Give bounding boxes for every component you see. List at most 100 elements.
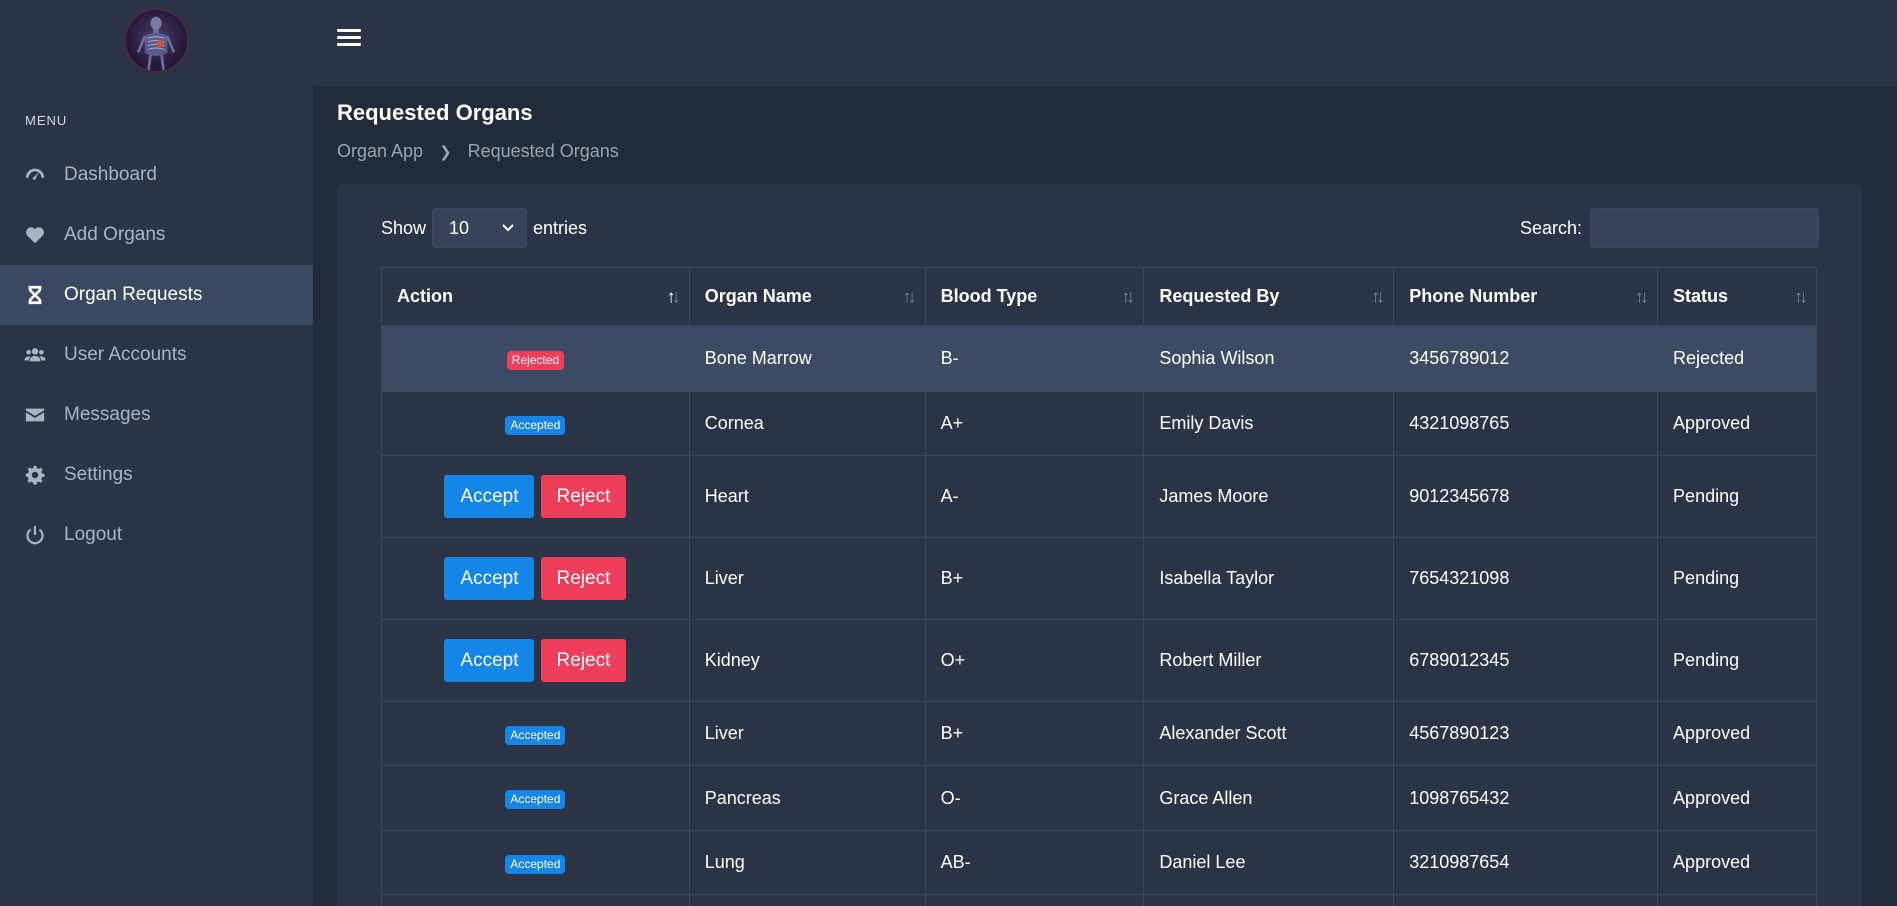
breadcrumb-current: Requested Organs <box>467 141 619 161</box>
reject-button[interactable]: Reject <box>540 557 627 600</box>
table-row: Accepted Cornea A+ Emily Davis 432109876… <box>381 391 1817 456</box>
sidebar-item-add-organs[interactable]: Add Organs <box>0 205 313 265</box>
action-cell: Accept Reject <box>381 455 690 538</box>
envelope-icon <box>24 404 46 426</box>
sort-icon: ↑↓ <box>1121 286 1135 306</box>
blood-type-cell: B+ <box>924 701 1145 766</box>
blood-type-cell: O+ <box>924 619 1145 702</box>
status-cell: Approved <box>1657 391 1817 456</box>
organ-name-cell: Liver <box>688 701 926 766</box>
column-header-phone-number[interactable]: Phone Number ↑↓ <box>1393 267 1659 326</box>
sort-icon: ↑↓ <box>902 286 917 306</box>
accepted-badge: Accepted <box>505 415 566 435</box>
status-cell: Approved <box>1657 765 1817 831</box>
sidebar-item-logout[interactable]: Logout <box>0 505 313 565</box>
sidebar-item-label: Organ Requests <box>64 284 203 305</box>
accept-button[interactable]: Accept <box>444 475 535 518</box>
sidebar-item-dashboard[interactable]: Dashboard <box>0 145 313 205</box>
breadcrumb-link-organ-app[interactable]: Organ App <box>337 141 423 162</box>
accept-button[interactable]: Accept <box>444 639 535 682</box>
gear-icon <box>24 464 46 486</box>
action-cell: Accept Reject <box>381 619 690 702</box>
breadcrumb: Organ App ❯ Requested Organs <box>337 141 619 162</box>
accepted-badge: Accepted <box>505 854 566 874</box>
table-row <box>381 894 1817 906</box>
column-header-status[interactable]: Status ↑↓ <box>1657 267 1817 326</box>
requested-by-cell: Emily Davis <box>1143 391 1395 456</box>
entries-select[interactable]: 10 <box>432 208 528 248</box>
sidebar-item-label: Messages <box>64 404 151 425</box>
table-row: Accept Reject Liver B+ Isabella Taylor 7… <box>381 537 1817 620</box>
status-cell: Approved <box>1657 701 1817 766</box>
column-header-action[interactable]: Action ↑↓ <box>381 267 690 326</box>
organ-name-cell: Lung <box>688 830 926 895</box>
action-cell <box>381 894 690 906</box>
sidebar: MENU Dashboard Add Organs Organ Requests… <box>0 0 313 906</box>
search-input[interactable] <box>1590 208 1819 248</box>
organ-name-cell: Bone Marrow <box>688 325 926 392</box>
sort-icon: ↑↓ <box>1635 286 1649 306</box>
column-header-organ-name[interactable]: Organ Name ↑↓ <box>688 267 926 326</box>
blood-type-cell: A- <box>924 455 1145 538</box>
users-icon <box>24 344 46 366</box>
sidebar-item-user-accounts[interactable]: User Accounts <box>0 325 313 385</box>
table-row: Accepted Liver B+ Alexander Scott 456789… <box>381 701 1817 766</box>
phone-number-cell: 4567890123 <box>1393 701 1659 766</box>
menu-label: MENU <box>25 113 68 128</box>
sidebar-item-organ-requests[interactable]: Organ Requests <box>0 265 313 325</box>
phone-number-cell: 1098765432 <box>1393 765 1659 831</box>
requested-by-cell: Sophia Wilson <box>1143 325 1395 392</box>
organ-name-cell: Liver <box>688 537 926 620</box>
sidebar-item-label: User Accounts <box>64 344 187 365</box>
blood-type-cell: B- <box>924 325 1145 392</box>
chevron-down-icon <box>502 221 514 235</box>
show-label: Show <box>381 217 427 238</box>
table-row: Accept Reject Kidney O+ Robert Miller 67… <box>381 619 1817 702</box>
search-label: Search: <box>1519 217 1582 238</box>
phone-number-cell: 4321098765 <box>1393 391 1659 456</box>
requested-by-cell: Alexander Scott <box>1143 701 1395 766</box>
requests-card: Show 10 entries Search: Action ↑↓ Organ N… <box>337 184 1862 906</box>
column-header-requested-by[interactable]: Requested By ↑↓ <box>1143 267 1395 326</box>
search-control: Search: <box>1520 208 1819 248</box>
show-entries-control: Show 10 entries <box>381 208 587 248</box>
table-row: Rejected Bone Marrow B- Sophia Wilson 34… <box>381 325 1817 392</box>
tachometer-icon <box>24 164 46 186</box>
hourglass-icon <box>24 284 46 306</box>
status-cell: Pending <box>1657 619 1817 702</box>
organ-name-cell: Pancreas <box>688 765 926 831</box>
anatomy-logo-icon <box>136 16 176 71</box>
phone-number-cell: 3456789012 <box>1393 325 1659 392</box>
reject-button[interactable]: Reject <box>540 475 627 518</box>
table-header-row: Action ↑↓ Organ Name ↑↓ Blood Type ↑↓ Reque… <box>381 267 1817 326</box>
accepted-badge: Accepted <box>505 725 566 745</box>
blood-type-cell: O- <box>924 765 1145 831</box>
heart-icon <box>24 224 46 246</box>
table-row: Accepted Lung AB- Daniel Lee 3210987654 … <box>381 830 1817 895</box>
hamburger-menu-icon[interactable] <box>337 29 361 51</box>
requested-by-cell: Grace Allen <box>1143 765 1395 831</box>
entries-select-value: 10 <box>449 217 470 238</box>
requested-by-cell: Daniel Lee <box>1143 830 1395 895</box>
app-logo[interactable] <box>124 8 189 73</box>
reject-button[interactable]: Reject <box>540 639 627 682</box>
blood-type-cell: AB- <box>924 830 1145 895</box>
accept-button[interactable]: Accept <box>444 557 535 600</box>
column-header-blood-type[interactable]: Blood Type ↑↓ <box>924 267 1145 326</box>
sidebar-item-settings[interactable]: Settings <box>0 445 313 505</box>
action-cell: Accepted <box>381 830 690 895</box>
action-cell: Accepted <box>381 765 690 831</box>
rejected-badge: Rejected <box>506 350 565 370</box>
sidebar-item-label: Logout <box>64 524 123 545</box>
sidebar-item-messages[interactable]: Messages <box>0 385 313 445</box>
sort-asc-icon: ↑↓ <box>666 286 681 306</box>
sidebar-nav: Dashboard Add Organs Organ Requests User… <box>0 145 313 565</box>
organ-name-cell: Kidney <box>688 619 926 702</box>
sort-icon: ↑↓ <box>1794 286 1808 306</box>
blood-type-cell: B+ <box>924 537 1145 620</box>
topbar <box>313 0 1897 86</box>
action-cell: Accepted <box>381 701 690 766</box>
blood-type-cell: A+ <box>924 391 1145 456</box>
status-cell: Pending <box>1657 537 1817 620</box>
requested-by-cell: James Moore <box>1143 455 1395 538</box>
